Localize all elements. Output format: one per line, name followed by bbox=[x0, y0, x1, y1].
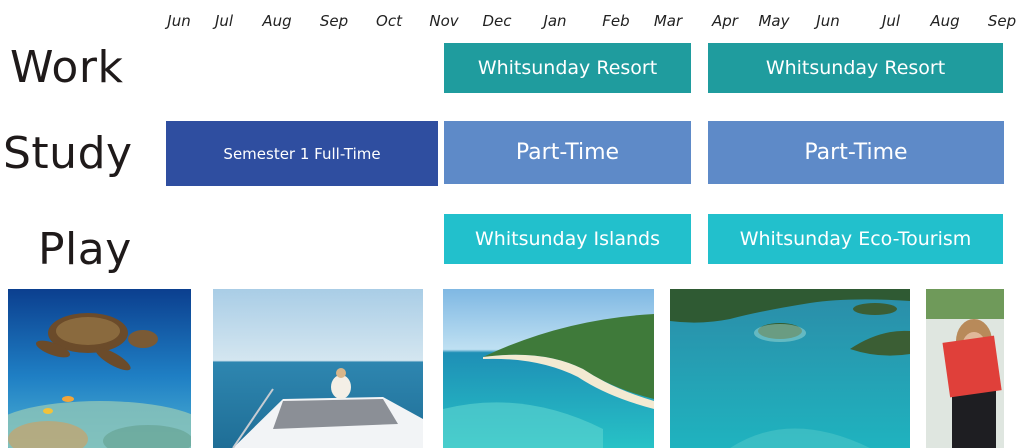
photo-reader bbox=[926, 289, 1004, 448]
row-label-study: Study bbox=[3, 128, 133, 179]
month-label: May bbox=[758, 12, 790, 30]
month-label: Jan bbox=[543, 12, 567, 30]
month-label: Apr bbox=[712, 12, 738, 30]
study-bar-part-time: Part-Time bbox=[708, 121, 1004, 184]
photo-yacht bbox=[213, 289, 423, 448]
month-label: Sep bbox=[987, 12, 1017, 30]
month-label: Aug bbox=[262, 12, 292, 30]
sea-turtle-image bbox=[8, 289, 191, 448]
month-label: Feb bbox=[602, 12, 630, 30]
month-label: Aug bbox=[930, 12, 960, 30]
month-label: Nov bbox=[429, 12, 459, 30]
beach-aerial-image bbox=[443, 289, 654, 448]
row-label-play: Play bbox=[38, 224, 132, 275]
play-bar: Whitsunday Islands bbox=[444, 214, 691, 264]
islands-aerial-image bbox=[670, 289, 910, 448]
month-label: Jun bbox=[167, 12, 191, 30]
work-bar: Whitsunday Resort bbox=[708, 43, 1003, 93]
month-label: Jul bbox=[881, 12, 901, 30]
row-label-work: Work bbox=[10, 42, 124, 93]
month-label: Dec bbox=[482, 12, 512, 30]
photo-islands-aerial bbox=[670, 289, 910, 448]
month-label: Jul bbox=[214, 12, 234, 30]
study-bar-full-time: Semester 1 Full-Time bbox=[166, 121, 438, 186]
study-bar-part-time: Part-Time bbox=[444, 121, 691, 184]
month-label: Mar bbox=[653, 12, 683, 30]
yacht-image bbox=[213, 289, 423, 448]
timeline-infographic: Jun Jul Aug Sep Oct Nov Dec Jan Feb Mar … bbox=[0, 0, 1024, 448]
work-bar: Whitsunday Resort bbox=[444, 43, 691, 93]
month-label: Jun bbox=[816, 12, 840, 30]
month-label: Oct bbox=[376, 12, 402, 30]
photo-beach-aerial bbox=[443, 289, 654, 448]
woman-reading-image bbox=[926, 289, 1004, 448]
month-label: Sep bbox=[319, 12, 349, 30]
photo-sea-turtle bbox=[8, 289, 191, 448]
play-bar: Whitsunday Eco-Tourism bbox=[708, 214, 1003, 264]
